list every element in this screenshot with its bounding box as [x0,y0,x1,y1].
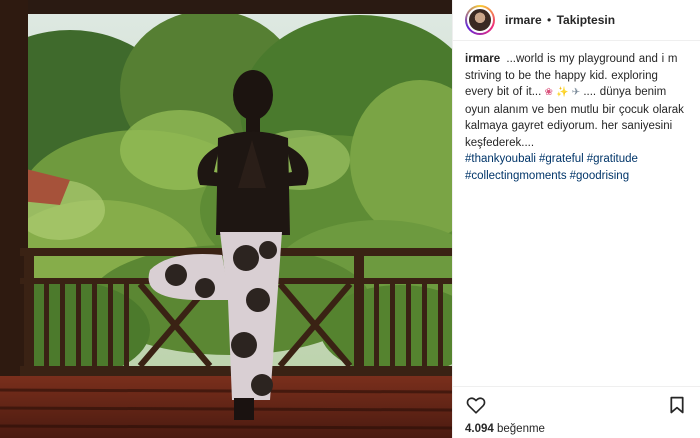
like-count-label: beğenme [496,423,545,435]
hashtag-link[interactable]: #gratitude [587,153,638,165]
eave [0,0,452,14]
hashtag-list: #thankyoubali #grateful #gratitude #collec… [465,151,688,184]
post-header: irmare • Takiptesin [453,0,700,41]
sparkle-emoji-icon: ✨ [556,87,569,98]
bookmark-icon [670,396,684,414]
hashtag-link[interactable]: #grateful [539,153,584,165]
hashtag-link[interactable]: #thankyoubali [465,153,536,165]
rose-emoji-icon: ❀ [544,87,553,98]
header-separator: • [547,13,552,27]
header-text: irmare • Takiptesin [505,13,615,27]
avatar[interactable] [465,5,495,35]
post-photo[interactable] [0,0,452,438]
header-username[interactable]: irmare [505,13,542,27]
hashtag-link[interactable]: #goodrising [570,170,629,182]
like-count-number: 4.094 [465,423,494,435]
like-button[interactable] [465,395,487,415]
airplane-emoji-icon: ✈ [571,87,581,98]
save-button[interactable] [666,395,688,415]
caption-username[interactable]: irmare [465,53,500,65]
post-caption: irmare ...world is my playground and i m… [453,41,700,184]
action-icon-row [465,395,688,415]
avatar-image [467,7,493,33]
post-side-panel: irmare • Takiptesin irmare ...world is m… [452,0,700,438]
hashtag-link[interactable]: #collectingmoments [465,170,567,182]
post-actions: 4.094 beğenme [453,386,700,438]
heart-icon [466,397,486,414]
photo-scene [0,0,452,438]
like-count[interactable]: 4.094 beğenme [465,423,688,435]
instagram-post: irmare • Takiptesin irmare ...world is m… [0,0,700,438]
following-button[interactable]: Takiptesin [557,13,615,27]
